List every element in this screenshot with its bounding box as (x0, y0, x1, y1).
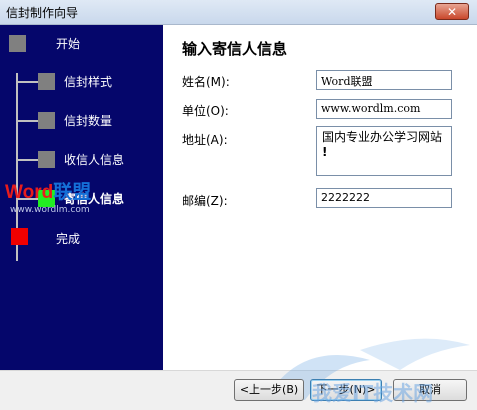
address-value: 国内专业办公学习网站 (322, 130, 443, 144)
unit-field[interactable]: www.wordlm.com (316, 99, 452, 119)
close-icon: ✕ (446, 5, 458, 19)
step-marker-recipient-info (38, 151, 55, 168)
address-label: 地址(A): (182, 133, 228, 147)
name-field[interactable]: Word联盟 (316, 70, 452, 90)
step-marker-envelope-count (38, 112, 55, 129)
step-branch-line (17, 81, 39, 83)
watermark-logo: Word联盟 (5, 183, 91, 203)
step-marker-finish (11, 228, 28, 245)
step-label-start: 开始 (56, 37, 81, 51)
address-field[interactable]: 国内专业办公学习网站 ! (316, 126, 452, 176)
step-marker-envelope-style (38, 73, 55, 90)
step-branch-line (17, 159, 39, 161)
page-title: 输入寄信人信息 (182, 40, 288, 58)
cancel-button[interactable]: 取消 (393, 379, 467, 401)
unit-label: 单位(O): (182, 104, 229, 118)
step-label-finish: 完成 (56, 232, 81, 246)
title-bar: 信封制作向导 ✕ (0, 0, 477, 25)
watermark-url: www.wordlm.com (10, 205, 90, 215)
step-branch-line (17, 120, 39, 122)
watermark-logo-cn: 联盟 (53, 182, 92, 203)
step-label-envelope-count: 信封数量 (64, 114, 113, 128)
wizard-window: 信封制作向导 ✕ 开始 信封样式 信封数量 收信人信息 寄信人信息 完成 Wor… (0, 0, 477, 410)
watermark-logo-word: Word (5, 182, 54, 203)
text-cursor: ! (322, 145, 328, 159)
step-marker-start (9, 35, 26, 52)
window-title: 信封制作向导 (6, 6, 79, 20)
close-button[interactable]: ✕ (435, 3, 469, 20)
back-button[interactable]: <上一步(B) (234, 379, 304, 401)
step-label-envelope-style: 信封样式 (64, 75, 113, 89)
name-label: 姓名(M): (182, 75, 230, 89)
zip-field[interactable]: 2222222 (316, 188, 452, 208)
zip-label: 邮编(Z): (182, 194, 228, 208)
next-button[interactable]: 下一步(N)> (310, 379, 382, 401)
step-label-recipient-info: 收信人信息 (64, 153, 125, 167)
